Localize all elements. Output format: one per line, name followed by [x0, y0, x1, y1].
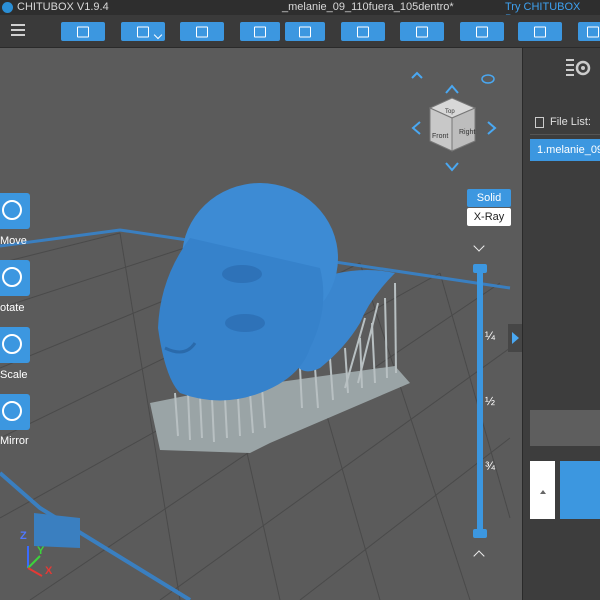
import-icon	[254, 26, 266, 37]
scene-graphic: Top Front Right	[0, 71, 511, 600]
rotate-tool-label: otate	[0, 302, 25, 314]
hollow-button[interactable]	[518, 22, 562, 41]
print-button[interactable]	[180, 22, 224, 41]
mirror-tool-button[interactable]	[0, 394, 30, 430]
view-cube	[411, 71, 497, 172]
slider-quarter-mark: ¼	[485, 329, 496, 343]
app-title: CHITUBOX V1.9.4	[17, 1, 109, 13]
model-eye-upper	[222, 265, 262, 283]
layer-slider-top-handle[interactable]	[473, 264, 487, 273]
rotate-tool-button[interactable]	[0, 260, 30, 296]
hollow-icon	[534, 26, 546, 37]
panel-collapse-toggle[interactable]	[508, 324, 522, 352]
scale-icon	[2, 334, 22, 354]
solid-view-button[interactable]: Solid	[467, 189, 511, 207]
support-button[interactable]	[400, 22, 444, 41]
support-icon	[416, 26, 428, 37]
move-icon	[2, 200, 22, 220]
rotate-right-icon[interactable]	[487, 121, 497, 135]
slice-icon	[476, 26, 488, 37]
layer-slider-bottom-handle[interactable]	[473, 529, 487, 538]
save-button[interactable]	[121, 22, 165, 41]
rotate-down-icon[interactable]	[445, 162, 459, 172]
layer-slider-track[interactable]	[477, 268, 483, 534]
settings-button[interactable]	[341, 22, 385, 41]
axis-z-label: Z	[20, 530, 27, 542]
model-eye-lower	[225, 314, 265, 332]
file-list-label: File List:	[550, 116, 591, 128]
save-icon	[137, 26, 149, 37]
hamburger-icon[interactable]	[11, 24, 25, 36]
file-list-item[interactable]: 1.melanie_09_1	[530, 139, 600, 161]
mirror-tool-label: Mirror	[0, 435, 29, 447]
main-toolbar	[0, 15, 600, 48]
move-tool-label: Move	[0, 235, 27, 247]
gear-icon[interactable]	[566, 57, 592, 79]
title-bar: CHITUBOX V1.9.4 _melanie_09_110fuera_105…	[0, 0, 600, 25]
open-file-button[interactable]	[61, 22, 105, 41]
chevron-down-icon	[153, 30, 163, 40]
plate-edge-front	[0, 471, 192, 600]
more-button[interactable]	[578, 22, 600, 41]
export-button[interactable]	[285, 22, 325, 41]
home-view-icon[interactable]	[411, 71, 423, 79]
open-file-icon	[77, 26, 89, 37]
scale-tool-button[interactable]	[0, 327, 30, 363]
export-icon	[299, 26, 311, 37]
file-list-icon	[535, 117, 544, 128]
chevron-up-icon	[540, 490, 546, 494]
import-button[interactable]	[240, 22, 280, 41]
rotate-left-icon[interactable]	[411, 121, 421, 135]
view-cube-top-label: Top	[445, 109, 455, 115]
eye-icon[interactable]	[481, 74, 495, 84]
scale-tool-label: Scale	[0, 369, 28, 381]
3d-viewport[interactable]: Top Front Right Move otate Scale Mirror …	[0, 48, 522, 600]
divider	[530, 134, 600, 135]
view-cube-front-label: Front	[432, 133, 448, 140]
rotate-up-icon[interactable]	[445, 84, 459, 94]
scroll-up-button[interactable]	[530, 461, 555, 519]
axis-x-label: X	[45, 565, 53, 577]
more-icon	[587, 26, 599, 37]
print-icon	[196, 26, 208, 37]
view-cube-right-label: Right	[459, 129, 475, 136]
window-file-name: _melanie_09_110fuera_105dentro*	[282, 1, 454, 13]
mirror-icon	[2, 401, 22, 421]
panel-action-button[interactable]	[560, 461, 600, 519]
xray-view-button[interactable]: X-Ray	[467, 208, 511, 226]
plate-corner	[34, 513, 80, 548]
axis-y-label: Y	[37, 545, 45, 557]
slider-three-quarter-mark: ¾	[485, 459, 496, 473]
app-logo-icon	[2, 2, 13, 13]
panel-placeholder	[530, 410, 600, 446]
slice-button[interactable]	[460, 22, 504, 41]
slider-half-mark: ½	[485, 394, 496, 408]
settings-icon	[357, 26, 369, 37]
move-tool-button[interactable]	[0, 193, 30, 229]
rotate-icon	[2, 267, 22, 287]
